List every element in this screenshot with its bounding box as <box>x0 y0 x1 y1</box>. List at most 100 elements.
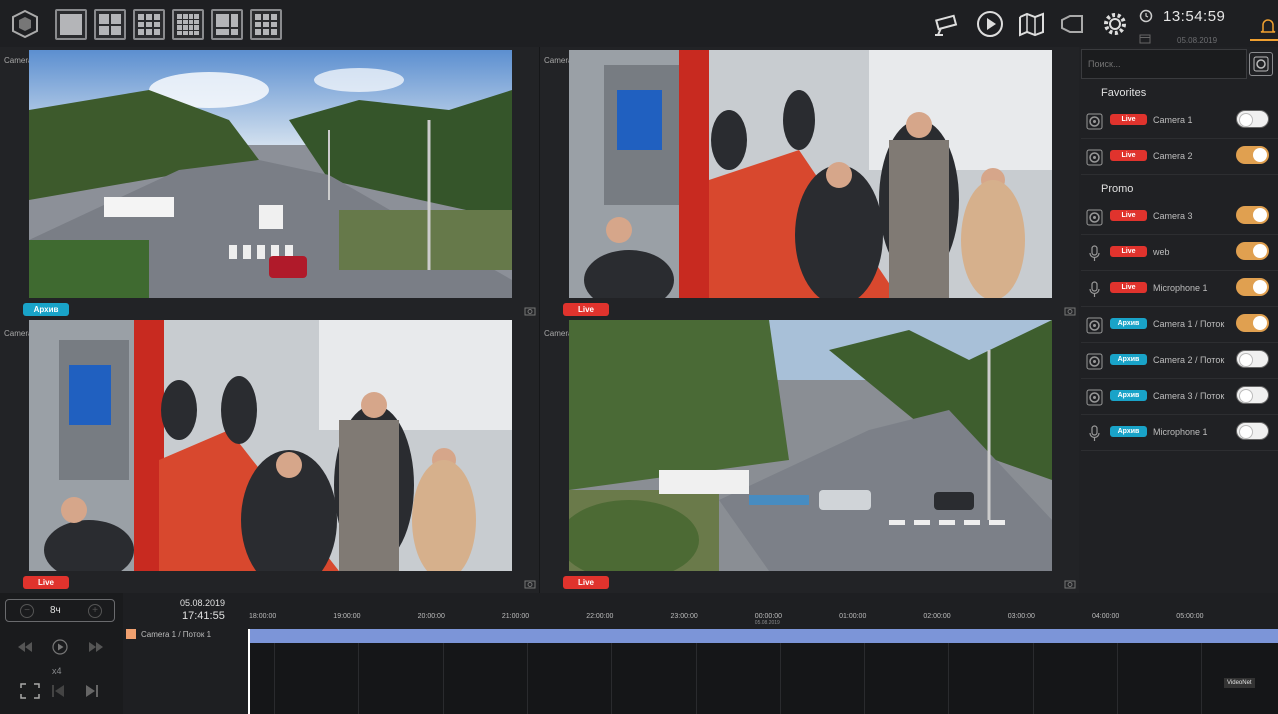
time-tick: 22:00:00 <box>586 613 613 620</box>
speaker-icon[interactable] <box>1058 10 1088 38</box>
grid-line <box>1201 643 1203 714</box>
map-icon[interactable] <box>1017 10 1047 38</box>
device-toggle[interactable] <box>1236 314 1269 332</box>
camera-status-bar: Архив <box>23 298 512 320</box>
device-row[interactable]: Live Microphone 1 <box>1081 271 1278 307</box>
zoom-value: 8ч <box>50 605 61 616</box>
fast-forward-icon[interactable] <box>88 641 104 653</box>
device-row[interactable]: Архив Camera 2 / Поток <box>1081 343 1278 379</box>
live-badge[interactable]: Live <box>1110 246 1147 257</box>
device-row[interactable]: Архив Camera 1 / Поток <box>1081 307 1278 343</box>
toggle-knob <box>1239 389 1253 403</box>
live-badge[interactable]: Live <box>23 576 69 589</box>
tick-label: 04:00:00 <box>1092 613 1120 620</box>
camera-lens-icon <box>1086 113 1103 130</box>
device-toggle[interactable] <box>1236 242 1269 260</box>
fullscreen-icon[interactable] <box>20 683 40 699</box>
play-icon[interactable] <box>975 10 1005 38</box>
calendar-icon <box>1139 34 1151 44</box>
live-badge[interactable]: Live <box>563 576 609 589</box>
camera-video[interactable] <box>29 320 512 571</box>
device-toggle[interactable] <box>1236 146 1269 164</box>
time-tick: 18:00:00 <box>249 613 276 620</box>
device-row[interactable]: Live web <box>1081 235 1278 271</box>
layout-4x4-button[interactable] <box>172 9 204 40</box>
device-toggle[interactable] <box>1236 110 1269 128</box>
grid-line <box>442 643 444 714</box>
live-badge[interactable]: Live <box>563 303 609 316</box>
previous-frame-icon[interactable] <box>50 684 66 698</box>
rewind-icon[interactable] <box>17 641 33 653</box>
toggle-knob <box>1239 113 1253 127</box>
archive-badge[interactable]: Архив <box>23 303 69 316</box>
camera-tile-3[interactable]: Camera 2 Live <box>0 320 539 593</box>
layout-3x3-button[interactable] <box>133 9 165 40</box>
device-toggle[interactable] <box>1236 278 1269 296</box>
camera-video[interactable] <box>569 320 1052 571</box>
device-toggle[interactable] <box>1236 206 1269 224</box>
live-badge[interactable]: Live <box>1110 114 1147 125</box>
playhead[interactable] <box>248 629 250 714</box>
camera-video[interactable] <box>569 50 1052 298</box>
snapshot-icon[interactable] <box>524 306 536 316</box>
time-ruler[interactable]: 18:00:00 19:00:00 20:00:00 21:00:00 22:00:00… <box>249 605 1278 629</box>
recording-bar[interactable] <box>249 629 1278 643</box>
archive-badge[interactable]: Архив <box>1110 318 1147 329</box>
camera-video[interactable] <box>29 50 512 298</box>
grid-line <box>779 643 781 714</box>
group-favorites-title[interactable]: Favorites <box>1101 87 1146 99</box>
archive-badge[interactable]: Архив <box>1110 426 1147 437</box>
zoom-control[interactable]: − 8ч + <box>5 599 115 622</box>
time-tick: 02:00:00 <box>923 613 950 620</box>
device-row[interactable]: Live Camera 1 <box>1081 103 1278 139</box>
live-badge[interactable]: Live <box>1110 282 1147 293</box>
device-row[interactable]: Live Camera 3 <box>1081 199 1278 235</box>
live-badge[interactable]: Live <box>1110 150 1147 161</box>
snapshot-icon[interactable] <box>524 579 536 589</box>
zoom-out-button[interactable]: − <box>20 604 34 618</box>
device-row[interactable]: Архив Camera 3 / Поток <box>1081 379 1278 415</box>
snapshot-icon[interactable] <box>1064 579 1076 589</box>
device-row[interactable]: Live Camera 2 <box>1081 139 1278 175</box>
microphone-icon <box>1089 425 1100 441</box>
snapshot-icon[interactable] <box>1064 306 1076 316</box>
camera-tile-4[interactable]: Camera Live <box>540 320 1079 593</box>
group-promo-title[interactable]: Promo <box>1101 183 1133 195</box>
camera-icon[interactable] <box>933 10 963 38</box>
camera-lens-icon <box>1086 149 1103 166</box>
device-toggle[interactable] <box>1236 386 1269 404</box>
device-name: Camera 1 <box>1153 115 1193 125</box>
zoom-in-button[interactable]: + <box>88 604 102 618</box>
device-toggle[interactable] <box>1236 350 1269 368</box>
search-input[interactable] <box>1081 49 1247 79</box>
layout-custom-button[interactable] <box>250 9 282 40</box>
device-toggle[interactable] <box>1236 422 1269 440</box>
camera-lens-icon <box>1086 353 1103 370</box>
current-date: 05.08.2019 <box>1177 36 1218 45</box>
camera-tile-2[interactable]: Camera 2 Live <box>540 47 1079 320</box>
layout-2x2-button[interactable] <box>94 9 126 40</box>
search-camera-button[interactable] <box>1249 52 1273 76</box>
archive-badge[interactable]: Архив <box>1110 354 1147 365</box>
play-icon[interactable] <box>52 639 68 655</box>
layout-1x1-button[interactable] <box>55 9 87 40</box>
device-name: Camera 3 / Поток <box>1153 391 1225 401</box>
archive-badge[interactable]: Архив <box>1110 390 1147 401</box>
tick-label: 18:00:00 <box>249 613 277 620</box>
device-row[interactable]: Архив Microphone 1 <box>1081 415 1278 451</box>
gear-icon[interactable] <box>1100 10 1130 38</box>
layout-1plus5-button[interactable] <box>211 9 243 40</box>
time-tick: 21:00:00 <box>502 613 529 620</box>
time-tick: 04:00:00 <box>1092 613 1119 620</box>
live-badge[interactable]: Live <box>1110 210 1147 221</box>
grid-line <box>611 643 613 714</box>
track-label[interactable]: Camera 1 / Поток 1 <box>126 629 211 639</box>
camera-status-bar: Live <box>23 571 512 593</box>
toggle-knob <box>1253 316 1267 330</box>
toggle-knob <box>1253 280 1267 294</box>
device-name: Camera 2 / Поток <box>1153 355 1225 365</box>
next-frame-icon[interactable] <box>84 684 100 698</box>
camera-tile-1[interactable]: Camera Архив <box>0 47 539 320</box>
notifications-tab[interactable] <box>1250 5 1278 41</box>
timeline-grid[interactable] <box>249 643 1278 714</box>
